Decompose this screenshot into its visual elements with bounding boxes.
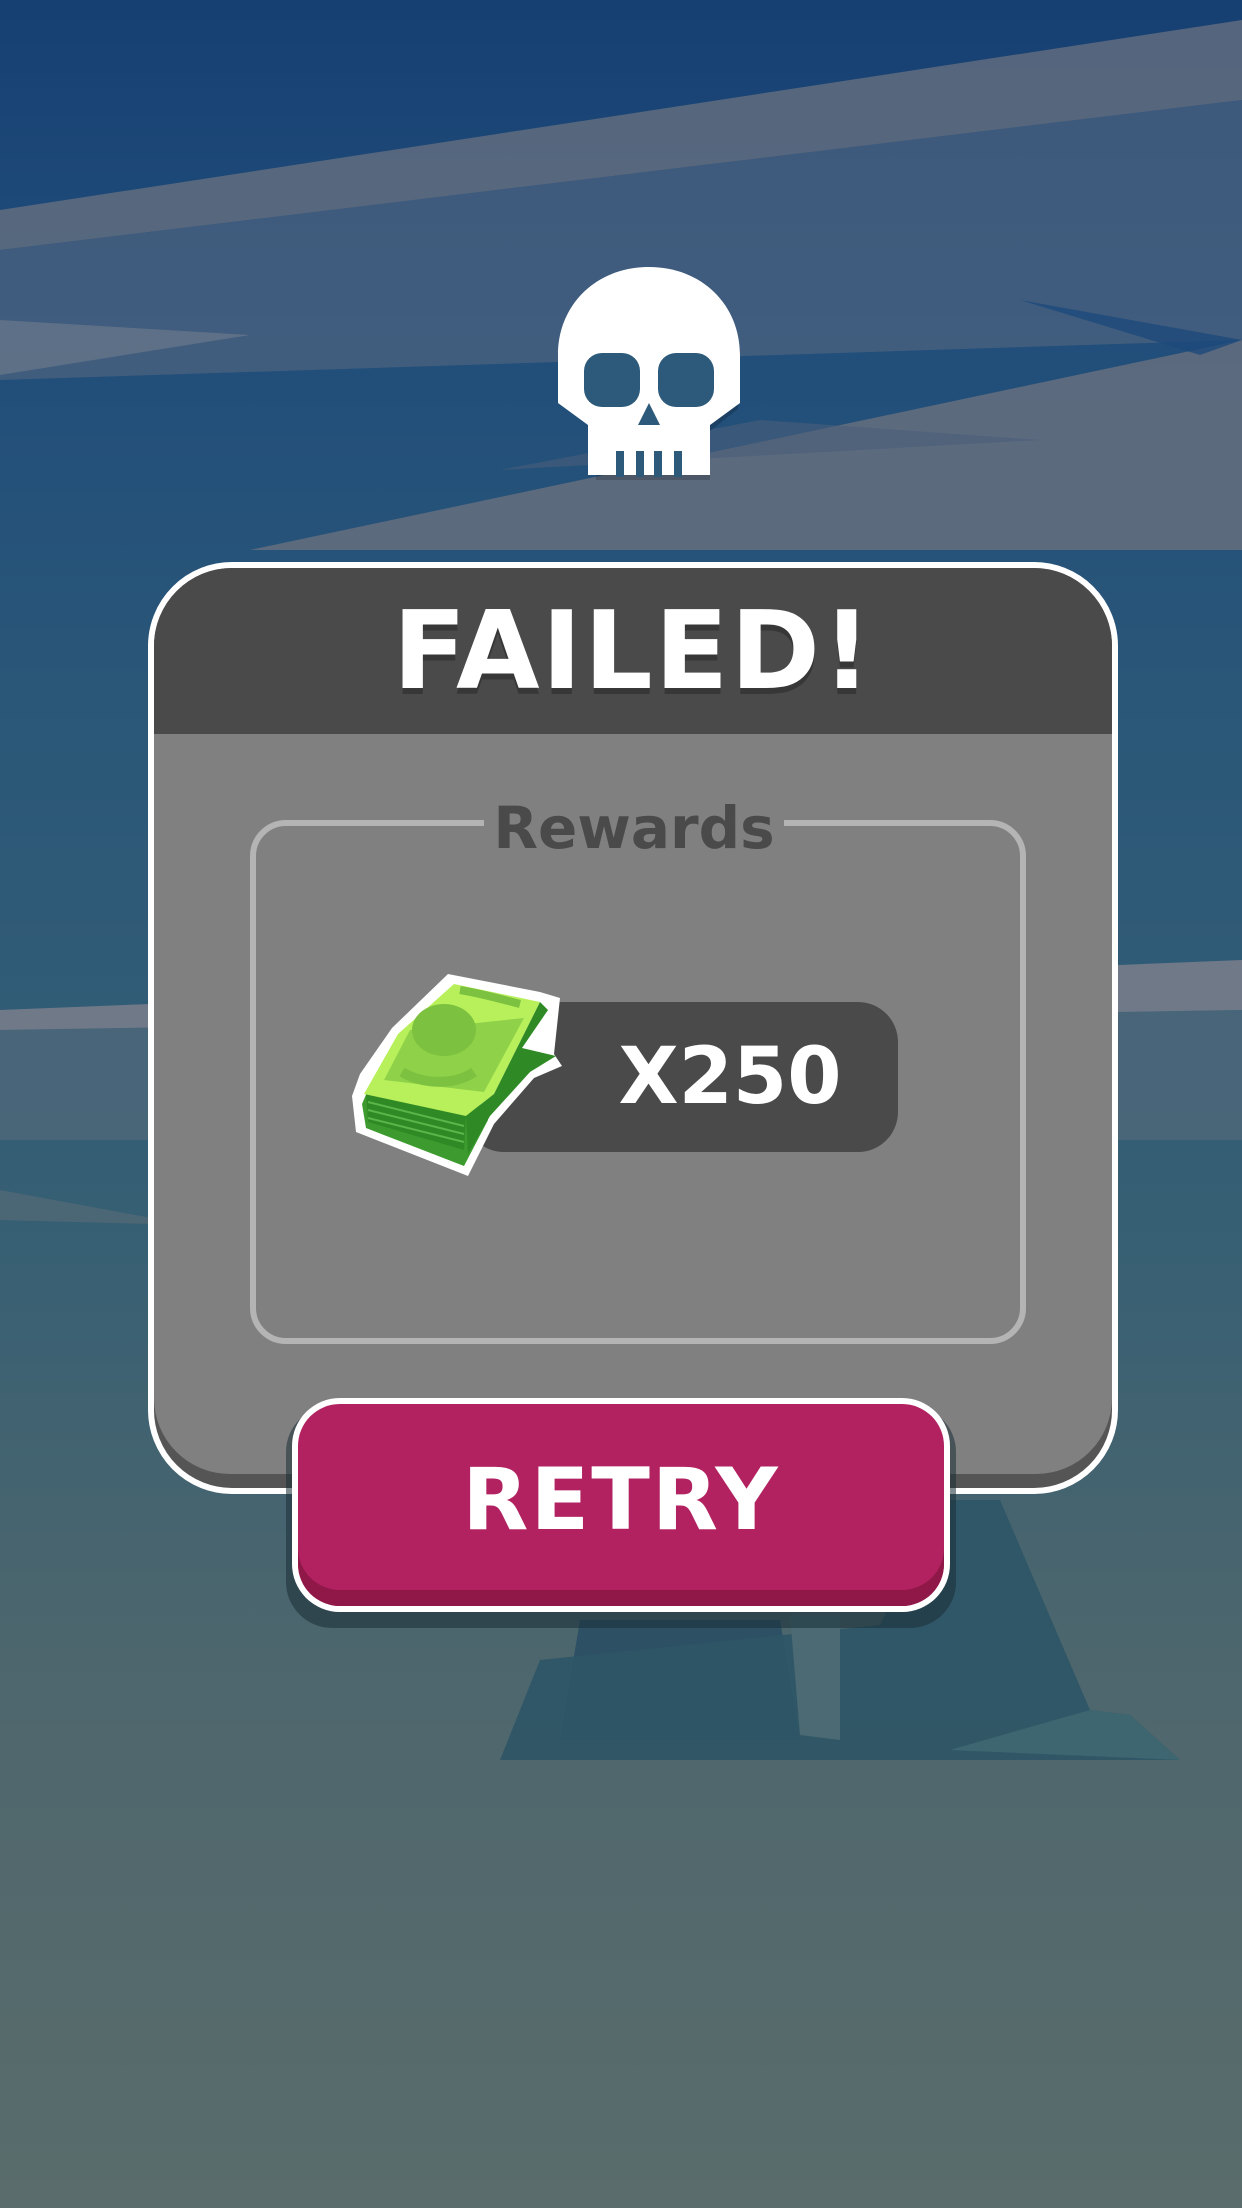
reward-amount: X250 xyxy=(618,1032,842,1122)
rewards-label: Rewards xyxy=(484,788,784,868)
result-title: FAILED! xyxy=(392,588,874,714)
retry-label: RETRY xyxy=(462,1450,780,1550)
cash-stack-icon xyxy=(352,974,562,1176)
skull-icon xyxy=(558,267,740,480)
retry-button[interactable]: RETRY xyxy=(292,1398,950,1612)
retry-button-face[interactable]: RETRY xyxy=(298,1404,944,1606)
